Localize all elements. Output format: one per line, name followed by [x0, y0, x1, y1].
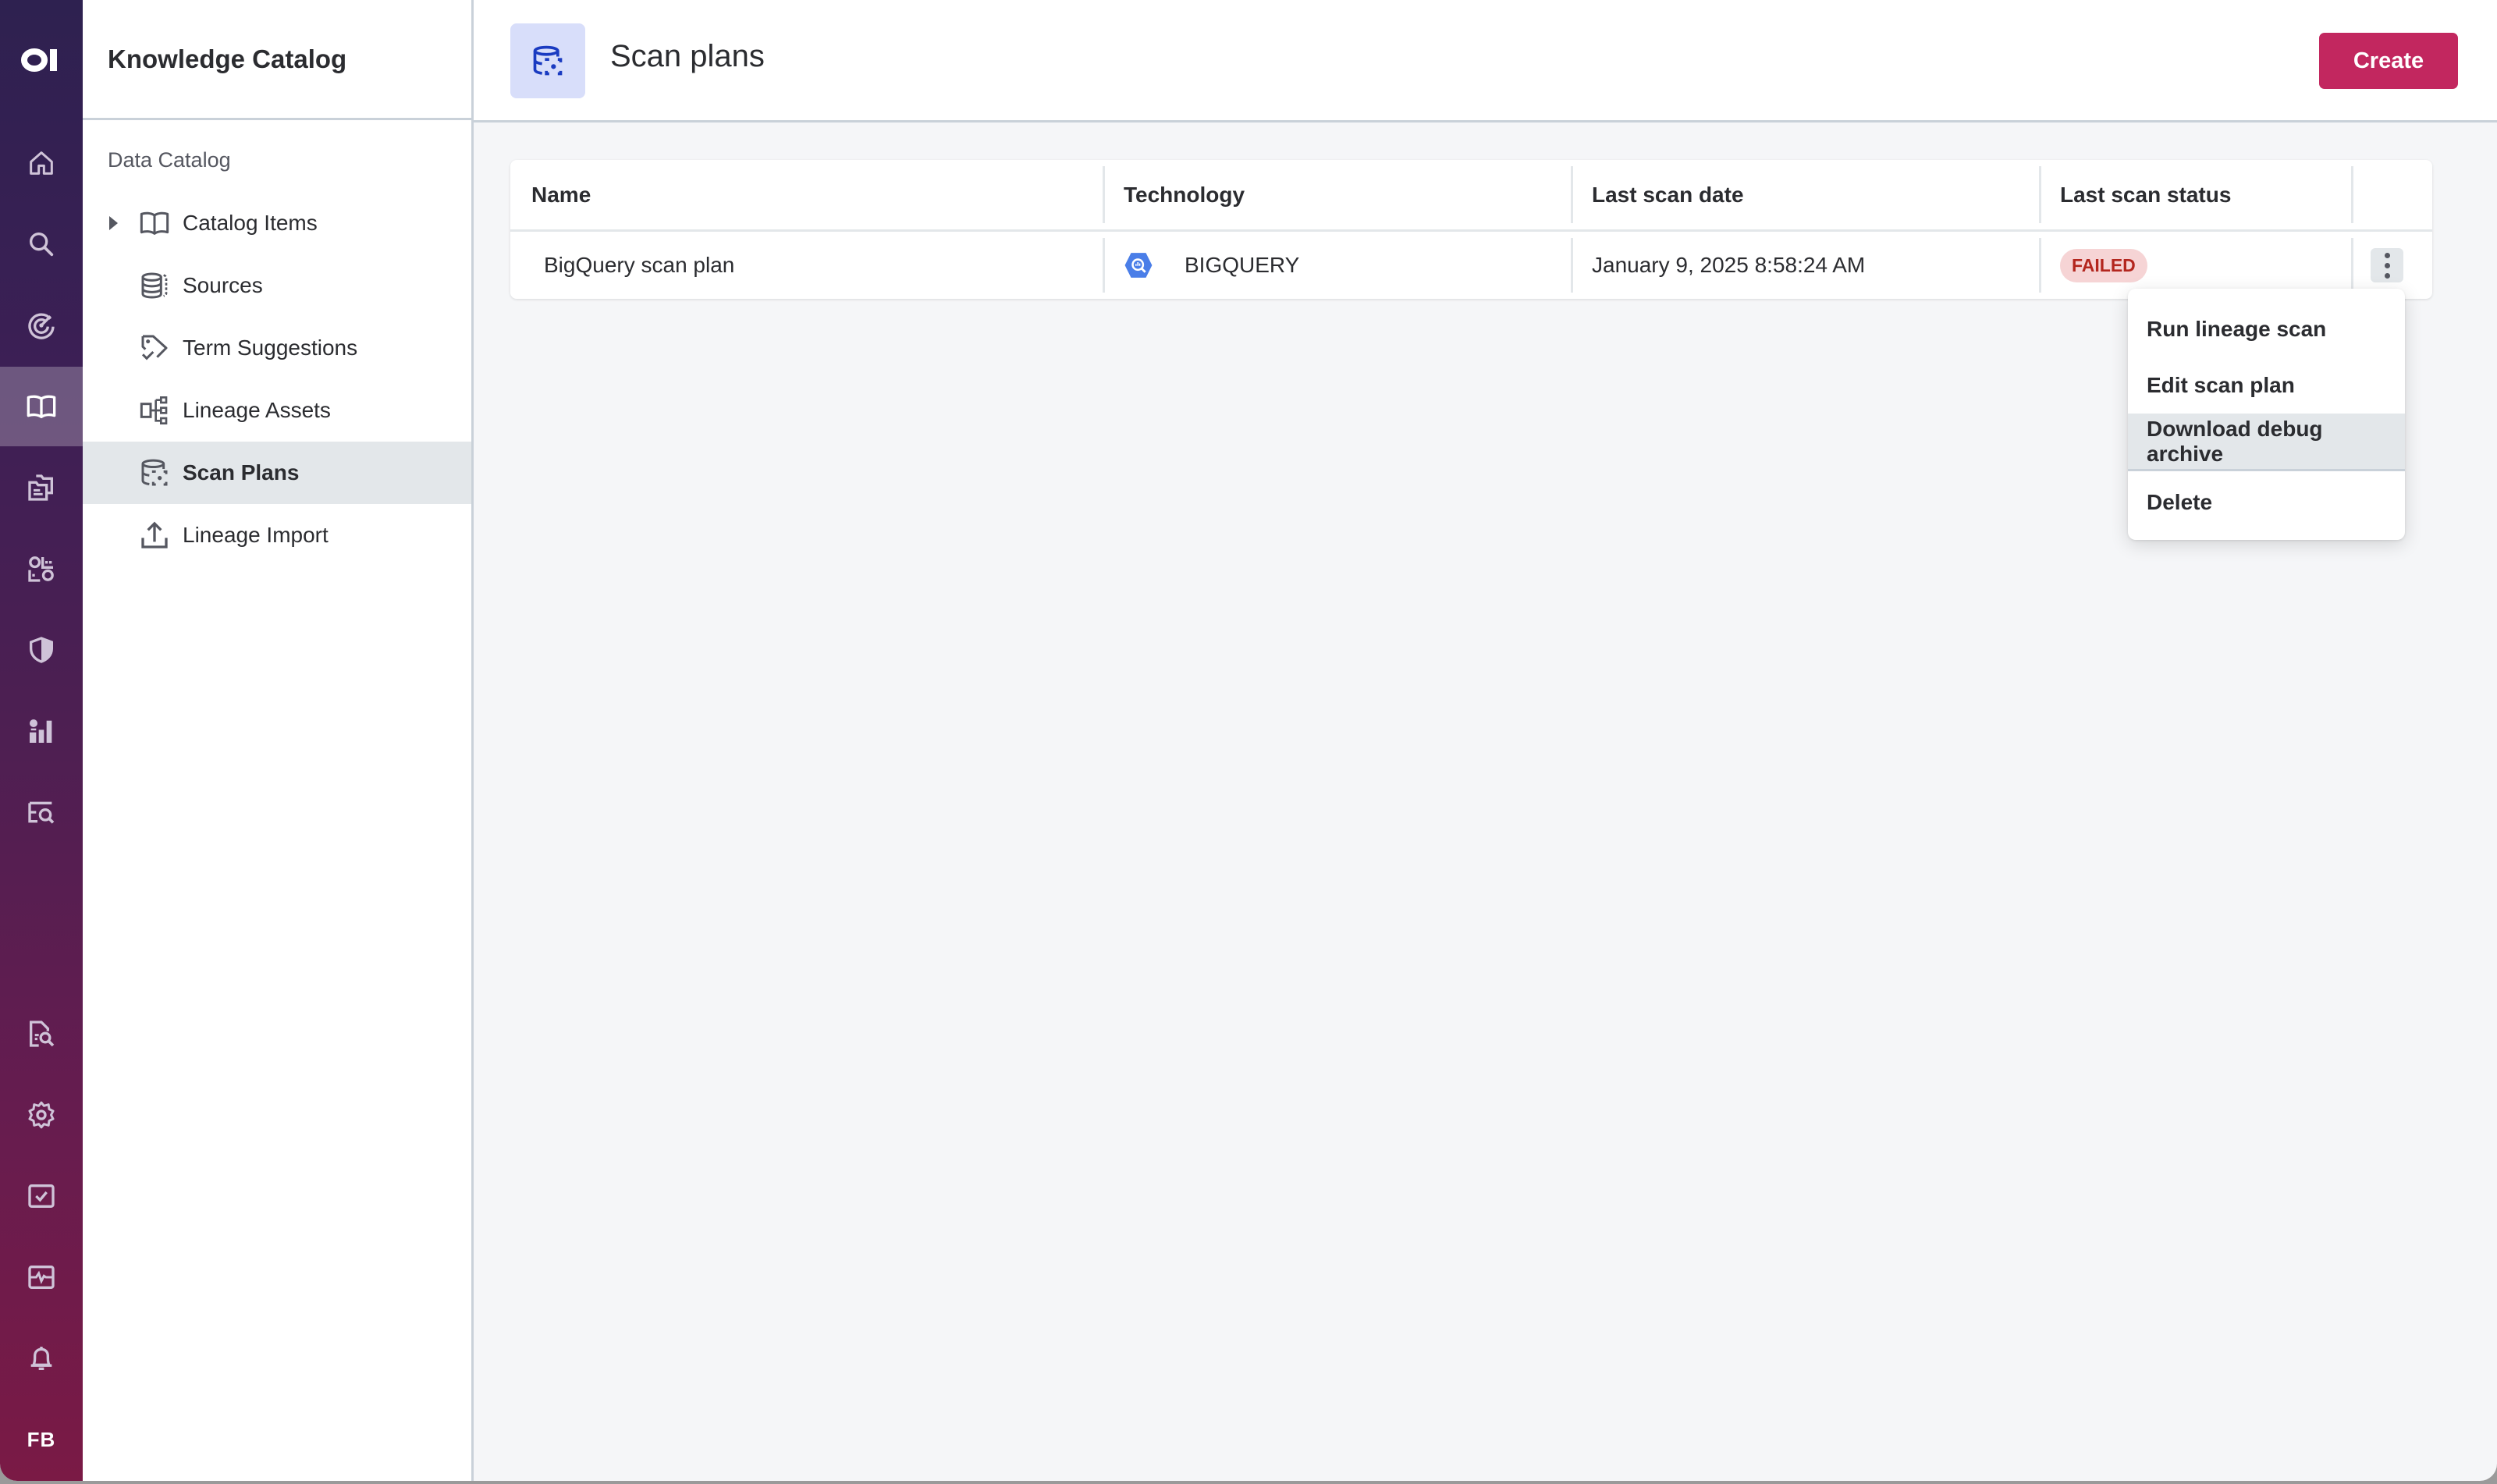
database-icon — [141, 272, 168, 299]
scan-plan-icon — [141, 459, 168, 486]
radar-icon — [28, 313, 55, 339]
rail-item-home[interactable] — [0, 123, 83, 203]
book-icon — [140, 211, 169, 235]
menu-item-run-lineage-scan[interactable]: Run lineage scan — [2128, 301, 2405, 357]
rail-item-discovery[interactable] — [0, 286, 83, 365]
sidebar-item-label: Catalog Items — [183, 211, 318, 235]
cell-last-scan-date: January 9, 2025 8:58:24 AM — [1571, 232, 2039, 299]
expand-caret-icon[interactable] — [109, 216, 118, 230]
rail-item-search[interactable] — [0, 204, 83, 284]
rail-item-query[interactable] — [0, 772, 83, 852]
sidebar-header: Knowledge Catalog — [83, 0, 471, 120]
folders-icon — [28, 474, 53, 501]
scan-plan-icon — [533, 45, 563, 76]
primary-nav-rail: FB — [0, 0, 83, 1481]
technology-label: BIGQUERY — [1185, 253, 1300, 277]
scan-plans-table: Name Technology Last scan date Last scan… — [510, 160, 2432, 299]
bell-icon — [30, 1347, 52, 1370]
shield-icon — [30, 637, 53, 663]
doc-search-icon — [30, 1021, 55, 1047]
sidebar-title: Knowledge Catalog — [108, 44, 347, 73]
sidebar-section-label: Data Catalog — [108, 148, 231, 172]
sidebar-item-label: Scan Plans — [183, 460, 300, 485]
sidebar-item-label: Sources — [183, 273, 263, 297]
query-icon — [28, 801, 55, 824]
column-header-technology[interactable]: Technology — [1103, 160, 1571, 229]
cell-name[interactable]: BigQuery scan plan — [510, 232, 1103, 299]
sidebar-item-sources[interactable]: Sources — [83, 254, 471, 317]
page-icon-tile — [510, 23, 585, 98]
page-title: Scan plans — [610, 39, 765, 73]
menu-item-download-debug-archive[interactable]: Download debug archive — [2128, 414, 2405, 470]
rail-item-insights[interactable] — [0, 691, 83, 771]
menu-item-edit-scan-plan[interactable]: Edit scan plan — [2128, 357, 2405, 414]
main-content: Scan plans Create Name Technology Last s… — [474, 0, 2497, 1481]
book-icon — [27, 395, 56, 418]
sidebar-item-scan-plans[interactable]: Scan Plans — [83, 442, 471, 504]
status-badge: FAILED — [2060, 248, 2147, 282]
rail-item-health[interactable] — [0, 1237, 83, 1317]
kebab-dot — [2384, 272, 2390, 279]
column-header-actions — [2351, 160, 2432, 229]
home-icon — [30, 151, 53, 175]
cell-technology: BIGQUERY — [1103, 232, 1571, 299]
sidebar-item-lineage-import[interactable]: Lineage Import — [83, 504, 471, 566]
menu-divider — [2128, 469, 2405, 471]
secondary-sidebar: Knowledge Catalog Data Catalog Catalog I… — [83, 0, 474, 1481]
kebab-dot — [2384, 252, 2390, 258]
sidebar-item-term-suggestions[interactable]: Term Suggestions — [83, 317, 471, 379]
rail-item-folders[interactable] — [0, 448, 83, 527]
app-window: FB Knowledge Catalog Data Catalog Catalo… — [0, 0, 2497, 1481]
column-header-last-scan-date[interactable]: Last scan date — [1571, 160, 2039, 229]
user-avatar[interactable]: FB — [0, 1404, 83, 1475]
column-header-last-scan-status[interactable]: Last scan status — [2039, 160, 2351, 229]
sidebar-item-label: Lineage Assets — [183, 398, 331, 422]
gear-icon — [28, 1101, 55, 1129]
bigquery-icon — [1124, 253, 1153, 278]
tag-check-icon — [141, 335, 168, 360]
column-header-name[interactable]: Name — [510, 160, 1103, 229]
rail-item-monitoring[interactable] — [0, 994, 83, 1074]
table-header-row: Name Technology Last scan date Last scan… — [510, 160, 2432, 232]
checkbox-icon — [28, 1184, 55, 1208]
sidebar-item-label: Term Suggestions — [183, 335, 358, 360]
rail-item-governance[interactable] — [0, 610, 83, 690]
row-actions-button[interactable] — [2371, 248, 2403, 282]
app-logo[interactable] — [0, 27, 83, 94]
page-header: Scan plans Create — [474, 0, 2497, 122]
rail-item-data-quality[interactable] — [0, 529, 83, 609]
lineage-icon — [140, 396, 168, 424]
sidebar-item-label: Lineage Import — [183, 523, 329, 547]
rail-item-tasks[interactable] — [0, 1156, 83, 1236]
rail-item-notifications[interactable] — [0, 1319, 83, 1398]
data-quality-icon — [28, 556, 54, 582]
sidebar-item-lineage-assets[interactable]: Lineage Assets — [83, 379, 471, 442]
menu-item-delete[interactable]: Delete — [2128, 474, 2405, 531]
logo-icon — [21, 48, 57, 72]
row-actions-menu: Run lineage scan Edit scan plan Download… — [2128, 289, 2405, 540]
kebab-dot — [2384, 262, 2390, 268]
upload-icon — [141, 521, 168, 549]
sidebar-item-catalog-items[interactable]: Catalog Items — [83, 192, 471, 254]
rail-item-knowledge-catalog[interactable] — [0, 367, 83, 446]
search-icon — [30, 233, 54, 257]
pulse-icon — [28, 1266, 55, 1289]
insights-icon — [30, 719, 52, 743]
create-button[interactable]: Create — [2319, 33, 2458, 89]
rail-item-settings[interactable] — [0, 1075, 83, 1155]
